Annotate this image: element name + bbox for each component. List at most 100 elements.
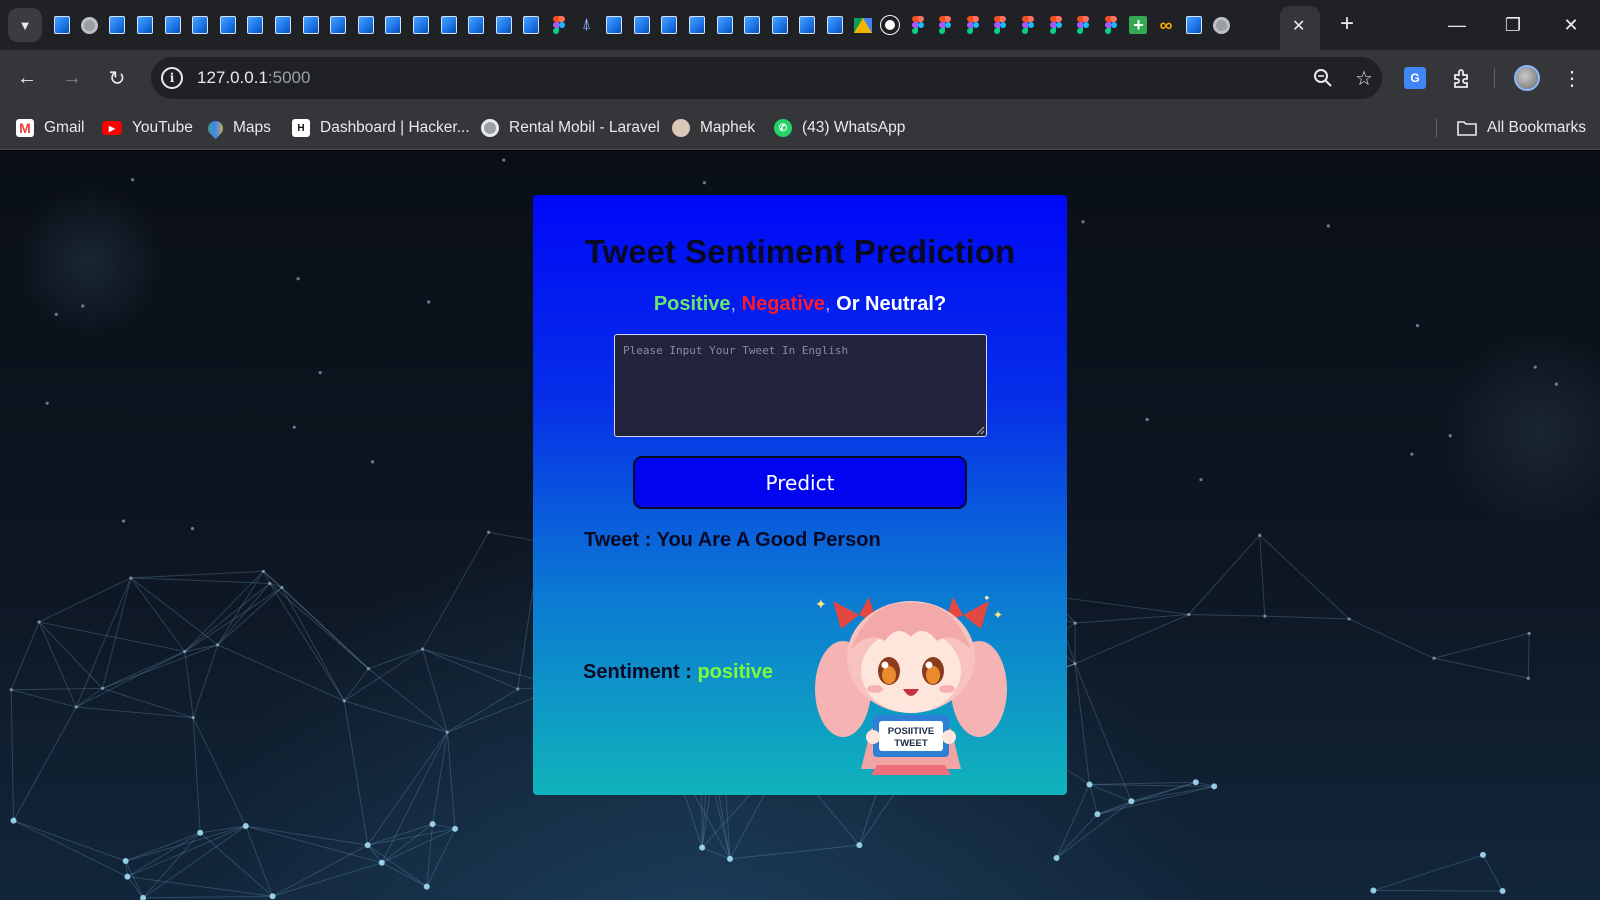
tab[interactable]: [878, 13, 903, 37]
predict-button[interactable]: Predict: [633, 456, 967, 509]
bookmark-maps[interactable]: Maps: [204, 116, 271, 140]
tab[interactable]: [685, 13, 710, 37]
document-icon: [799, 16, 816, 34]
new-tab-button[interactable]: +: [1332, 10, 1362, 38]
tab[interactable]: [381, 13, 406, 37]
profile-avatar[interactable]: [1511, 62, 1543, 94]
tab[interactable]: [823, 13, 848, 37]
url-text: 127.0.0.1:5000: [197, 68, 310, 88]
restore-button[interactable]: ❐: [1488, 8, 1538, 42]
bookmark-label: Maps: [233, 119, 271, 136]
restore-icon: ❐: [1504, 14, 1522, 35]
figma-icon: [911, 16, 924, 34]
tab[interactable]: [188, 13, 213, 37]
tab[interactable]: [961, 13, 986, 37]
svg-text:✦: ✦: [983, 593, 991, 603]
tab[interactable]: [326, 13, 351, 37]
active-tab[interactable]: ✕: [1280, 6, 1320, 50]
tab[interactable]: [547, 13, 572, 37]
tab[interactable]: [795, 13, 820, 37]
figma-icon: [939, 16, 952, 34]
tab[interactable]: [298, 13, 323, 37]
zoom-icon[interactable]: [1311, 66, 1335, 90]
all-bookmarks-button[interactable]: All Bookmarks: [1457, 116, 1586, 140]
tab[interactable]: [78, 13, 103, 37]
minimize-button[interactable]: —: [1432, 8, 1482, 42]
forward-button[interactable]: →: [58, 64, 86, 92]
google-translate-icon[interactable]: G: [1399, 62, 1431, 94]
tweet-input[interactable]: [614, 334, 987, 437]
github-icon: [881, 16, 900, 34]
tab[interactable]: [160, 13, 185, 37]
bookmark-gmail[interactable]: M Gmail: [16, 116, 84, 140]
tab[interactable]: +: [1126, 13, 1151, 37]
bookmark-youtube[interactable]: ▶ YouTube: [102, 116, 193, 140]
tab[interactable]: [271, 13, 296, 37]
separator: ,: [730, 293, 742, 315]
tweet-result-label: Tweet :: [584, 529, 657, 551]
bookmark-maphek[interactable]: Maphek: [672, 116, 755, 140]
gmail-icon: M: [16, 119, 34, 137]
bookmark-star-icon[interactable]: ☆: [1352, 66, 1376, 90]
tab[interactable]: [464, 13, 489, 37]
back-button[interactable]: ←: [13, 64, 41, 92]
resize-grip-icon[interactable]: [976, 426, 985, 435]
reload-icon: ↻: [108, 67, 126, 90]
bookmarks-bar: M Gmail ▶ YouTube Maps H Dashboard | Hac…: [0, 106, 1600, 150]
document-icon: [109, 16, 126, 34]
figma-icon: [1022, 16, 1035, 34]
svg-text:✦: ✦: [993, 608, 1003, 622]
bookmark-rental-mobil[interactable]: Rental Mobil - Laravel: [481, 116, 660, 140]
document-icon: [302, 16, 319, 34]
tab[interactable]: [1209, 13, 1234, 37]
document-icon: [54, 16, 71, 34]
bookmark-whatsapp[interactable]: ✆ (43) WhatsApp: [774, 116, 905, 140]
tab[interactable]: [740, 13, 765, 37]
tab[interactable]: [933, 13, 958, 37]
tab[interactable]: [1071, 13, 1096, 37]
tab[interactable]: [602, 13, 627, 37]
tab[interactable]: [1181, 13, 1206, 37]
close-tab-icon[interactable]: ✕: [1292, 16, 1305, 36]
document-icon: [330, 16, 347, 34]
tab[interactable]: [436, 13, 461, 37]
reload-button[interactable]: ↻: [103, 64, 131, 92]
sentiment-value: positive: [697, 661, 774, 683]
tab[interactable]: [354, 13, 379, 37]
document-icon: [468, 16, 485, 34]
tab[interactable]: [519, 13, 544, 37]
tab[interactable]: [657, 13, 682, 37]
tab[interactable]: [850, 13, 875, 37]
document-icon: [744, 16, 761, 34]
tab[interactable]: [905, 13, 930, 37]
tab[interactable]: [105, 13, 130, 37]
document-icon: [440, 16, 457, 34]
extensions-icon[interactable]: [1446, 62, 1478, 94]
tab[interactable]: [988, 13, 1013, 37]
document-icon: [357, 16, 374, 34]
tab[interactable]: ∞: [1154, 13, 1179, 37]
tab[interactable]: [492, 13, 517, 37]
address-bar[interactable]: i 127.0.0.1:5000 ☆: [151, 57, 1382, 99]
tab[interactable]: [1043, 13, 1068, 37]
url-port: :5000: [267, 68, 311, 87]
tab[interactable]: [133, 13, 158, 37]
tab[interactable]: [216, 13, 241, 37]
tab[interactable]: [1099, 13, 1124, 37]
tab[interactable]: [50, 13, 75, 37]
tab[interactable]: [243, 13, 268, 37]
menu-icon[interactable]: ⋮: [1556, 62, 1588, 94]
tab[interactable]: ⍋: [574, 13, 599, 37]
tab[interactable]: [629, 13, 654, 37]
all-bookmarks-label: All Bookmarks: [1487, 119, 1587, 136]
tab[interactable]: [767, 13, 792, 37]
close-window-button[interactable]: ✕: [1546, 8, 1596, 42]
document-icon: [523, 16, 540, 34]
tab[interactable]: [1016, 13, 1041, 37]
bookmark-hackerrank[interactable]: H Dashboard | Hacker...: [292, 116, 470, 140]
tab[interactable]: [712, 13, 737, 37]
tab[interactable]: [409, 13, 434, 37]
tab-search-button[interactable]: ▼: [8, 8, 42, 42]
youtube-icon: ▶: [102, 121, 122, 135]
site-info-icon[interactable]: i: [161, 67, 183, 89]
